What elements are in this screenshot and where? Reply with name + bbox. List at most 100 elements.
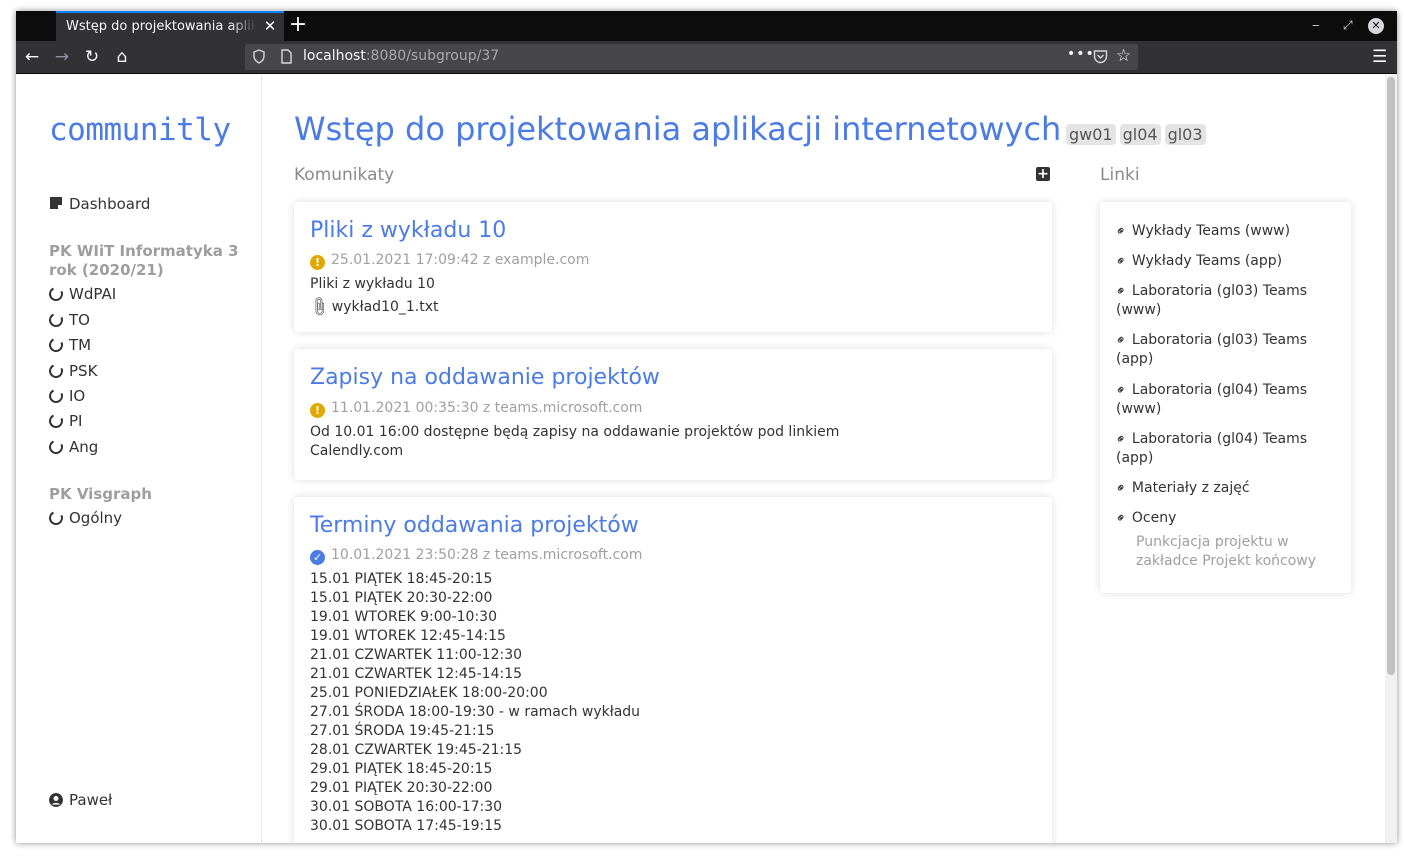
links-heading: Linki bbox=[1100, 165, 1140, 185]
announcement-body: Od 10.01 16:00 dostępne będą zapisy na o… bbox=[310, 423, 839, 461]
link-label: Laboratoria (gl04) Teams (www) bbox=[1116, 382, 1308, 417]
sidebar-item-ogolny[interactable]: Ogólny bbox=[47, 509, 122, 527]
sidebar: communitly Dashboard PK WIiT Informatyka… bbox=[16, 75, 262, 843]
schedule-line: 19.01 WTOREK 9:00-10:30 bbox=[310, 609, 497, 625]
sidebar-item-label: Dashboard bbox=[69, 195, 151, 213]
link-item[interactable]: ⚭Laboratoria (gl04) Teams (www) bbox=[1112, 381, 1336, 419]
schedule-line: 29.01 PIĄTEK 18:45-20:15 bbox=[310, 761, 493, 777]
browser-window: Wstęp do projektowania aplikacji interne… bbox=[16, 11, 1397, 843]
link-item[interactable]: ⚭Laboratoria (gl03) Teams (app) bbox=[1112, 331, 1336, 369]
home-icon[interactable]: ⌂ bbox=[111, 46, 133, 68]
url-host: localhost bbox=[303, 48, 366, 64]
announcement-body: Pliki z wykładu 10 bbox=[310, 276, 435, 292]
page-info-icon[interactable] bbox=[280, 49, 292, 64]
add-announcement-button[interactable]: + bbox=[1036, 167, 1050, 181]
circle-notch-icon bbox=[47, 438, 65, 456]
link-label: Laboratoria (gl03) Teams (app) bbox=[1116, 332, 1308, 367]
link-icon: ⚭ bbox=[1112, 381, 1131, 400]
announcement-title[interactable]: Pliki z wykładu 10 bbox=[310, 218, 506, 243]
browser-tab[interactable]: Wstęp do projektowania aplikacji interne… bbox=[56, 11, 284, 41]
link-icon: ⚭ bbox=[1112, 479, 1131, 498]
scrollbar-thumb[interactable] bbox=[1387, 77, 1395, 675]
scrollbar-track[interactable] bbox=[1385, 75, 1397, 843]
pocket-icon[interactable] bbox=[1093, 49, 1108, 64]
announcement-title[interactable]: Terminy oddawania projektów bbox=[310, 513, 639, 538]
back-icon[interactable]: ← bbox=[21, 46, 43, 68]
sidebar-item-io[interactable]: IO bbox=[47, 387, 85, 405]
sidebar-item-label: TO bbox=[69, 311, 90, 329]
link-item[interactable]: ⚭Laboratoria (gl03) Teams (www) bbox=[1112, 282, 1336, 320]
subgroup-tag[interactable]: gl04 bbox=[1119, 124, 1161, 145]
announcement-meta: ! 11.01.2021 00:35:30 z teams.microsoft.c… bbox=[310, 400, 642, 418]
sidebar-item-label: TM bbox=[69, 336, 92, 354]
announcement-line: Calendly.com bbox=[310, 443, 404, 459]
circle-notch-icon bbox=[47, 387, 65, 405]
schedule-line: 29.01 PIĄTEK 20:30-22:00 bbox=[310, 780, 493, 796]
schedule-line: 30.01 SOBOTA 16:00-17:30 bbox=[310, 799, 503, 815]
link-icon: ⚭ bbox=[1112, 331, 1131, 350]
attachment-link[interactable]: 📎︎wykład10_1.txt bbox=[307, 295, 439, 319]
sidebar-group-heading: PK WIiT Informatyka 3 rok (2020/21) bbox=[49, 242, 239, 279]
sidebar-item-dashboard[interactable]: Dashboard bbox=[49, 195, 150, 213]
announcement-date-source: 25.01.2021 17:09:42 z example.com bbox=[331, 252, 590, 268]
reload-icon[interactable]: ↻ bbox=[81, 46, 103, 68]
announcement-meta: ! 25.01.2021 17:09:42 z example.com bbox=[310, 252, 589, 270]
forward-icon[interactable]: → bbox=[51, 46, 73, 68]
window-close-icon[interactable]: ✕ bbox=[1368, 18, 1384, 34]
link-icon: ⚭ bbox=[1112, 252, 1131, 271]
link-icon: ⚭ bbox=[1112, 222, 1131, 241]
sticky-note-icon bbox=[50, 197, 62, 209]
announcement-title[interactable]: Zapisy na oddawanie projektów bbox=[310, 365, 660, 390]
link-label: Laboratoria (gl04) Teams (app) bbox=[1116, 431, 1308, 466]
circle-notch-icon bbox=[47, 311, 65, 329]
link-item[interactable]: ⚭Laboratoria (gl04) Teams (app) bbox=[1112, 430, 1336, 468]
url-path: :8080/subgroup/37 bbox=[365, 48, 500, 64]
sidebar-item-tm[interactable]: TM bbox=[47, 336, 92, 354]
schedule-line: 21.01 CZWARTEK 12:45-14:15 bbox=[310, 666, 523, 682]
minimize-icon[interactable]: ‒ bbox=[1312, 18, 1320, 32]
subgroup-tag[interactable]: gw01 bbox=[1066, 124, 1116, 145]
user-profile-link[interactable]: Paweł bbox=[49, 791, 112, 809]
paperclip-icon: 📎︎ bbox=[306, 295, 331, 319]
tab-bar: Wstęp do projektowania aplikacji interne… bbox=[16, 11, 1397, 41]
bookmark-star-icon[interactable]: ☆ bbox=[1116, 47, 1131, 65]
subgroup-tags: gw01 gl04 gl03 bbox=[1066, 124, 1210, 145]
schedule-line: 19.01 WTOREK 12:45-14:15 bbox=[310, 628, 506, 644]
page-actions-icon[interactable]: ••• bbox=[1067, 46, 1095, 62]
schedule-line: 25.01 PONIEDZIAŁEK 18:00-20:00 bbox=[310, 685, 548, 701]
sidebar-item-wdpai[interactable]: WdPAI bbox=[47, 285, 117, 303]
link-label: Oceny bbox=[1131, 510, 1177, 526]
new-tab-button[interactable]: + bbox=[286, 13, 310, 37]
shield-icon[interactable] bbox=[253, 49, 265, 64]
app-logo[interactable]: communitly bbox=[49, 112, 231, 148]
exclamation-circle-icon: ! bbox=[310, 255, 325, 270]
tab-title: Wstęp do projektowania aplikacji interne… bbox=[66, 19, 256, 34]
link-label: Materiały z zajęć bbox=[1131, 480, 1250, 496]
sidebar-item-psk[interactable]: PSK bbox=[47, 362, 97, 380]
link-label: Laboratoria (gl03) Teams (www) bbox=[1116, 283, 1308, 318]
restore-icon[interactable]: ⤢ bbox=[1343, 18, 1353, 33]
schedule-line: 27.01 ŚRODA 18:00-19:30 - w ramach wykła… bbox=[310, 704, 641, 720]
schedule-line: 15.01 PIĄTEK 18:45-20:15 bbox=[310, 571, 493, 587]
announcement-date-source: 10.01.2021 23:50:28 z teams.microsoft.co… bbox=[331, 547, 643, 563]
url-text[interactable]: localhost:8080/subgroup/37 bbox=[303, 48, 499, 64]
url-bar[interactable]: localhost:8080/subgroup/37 ••• ☆ bbox=[245, 44, 1138, 70]
schedule-line: 15.01 PIĄTEK 20:30-22:00 bbox=[310, 590, 493, 606]
attachment-name: wykład10_1.txt bbox=[331, 299, 439, 315]
announcement-line: Od 10.01 16:00 dostępne będą zapisy na o… bbox=[310, 424, 840, 440]
sidebar-item-pi[interactable]: PI bbox=[47, 412, 82, 430]
announcement-card: Zapisy na oddawanie projektów ! 11.01.202… bbox=[294, 349, 1052, 480]
main-content: Wstęp do projektowania aplikacji interne… bbox=[294, 75, 1374, 843]
link-item[interactable]: ⚭Wykłady Teams (app) bbox=[1112, 252, 1336, 271]
sidebar-item-ang[interactable]: Ang bbox=[47, 438, 98, 456]
circle-notch-icon bbox=[47, 336, 65, 354]
link-item[interactable]: ⚭Materiały z zajęć bbox=[1112, 479, 1336, 498]
announcements-heading: Komunikaty bbox=[294, 165, 395, 185]
sidebar-item-label: WdPAI bbox=[69, 285, 117, 303]
tab-close-icon[interactable]: ✕ bbox=[262, 18, 278, 34]
sidebar-item-to[interactable]: TO bbox=[47, 311, 90, 329]
link-item[interactable]: ⚭Wykłady Teams (www) bbox=[1112, 222, 1336, 241]
subgroup-tag[interactable]: gl03 bbox=[1164, 124, 1206, 145]
link-item[interactable]: ⚭Oceny bbox=[1112, 509, 1336, 528]
hamburger-menu-icon[interactable]: ☰ bbox=[1372, 47, 1387, 67]
